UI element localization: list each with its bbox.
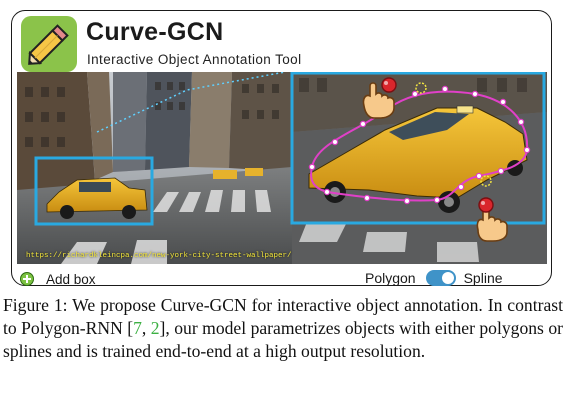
image-source-url: https://richardkleincpa.com/new-york-cit…	[26, 252, 292, 260]
caption-prefix: Figure 1:	[3, 295, 68, 315]
app-title: Curve-GCN	[86, 18, 224, 46]
hand-pointer-icon	[362, 77, 397, 119]
citation-link[interactable]: 2	[151, 318, 160, 338]
citation-link[interactable]: 7	[133, 318, 142, 338]
mode-switch[interactable]	[425, 270, 456, 286]
add-circle-icon	[20, 272, 34, 286]
add-box-label: Add box	[46, 271, 96, 287]
spline-label: Spline	[463, 270, 503, 286]
switch-knob	[441, 272, 454, 284]
hand-pointer-icon	[476, 197, 508, 242]
polygon-label: Polygon	[365, 270, 416, 286]
add-box-button[interactable]: Add box	[20, 270, 96, 288]
figure-caption: Figure 1: We propose Curve-GCN for inter…	[3, 294, 563, 363]
polygon-spline-toggle[interactable]: Polygon Spline	[365, 268, 503, 288]
app-subtitle: Interactive Object Annotation Tool	[87, 52, 302, 67]
caption-separator: ,	[141, 318, 151, 338]
pencil-logo-icon	[21, 16, 77, 72]
